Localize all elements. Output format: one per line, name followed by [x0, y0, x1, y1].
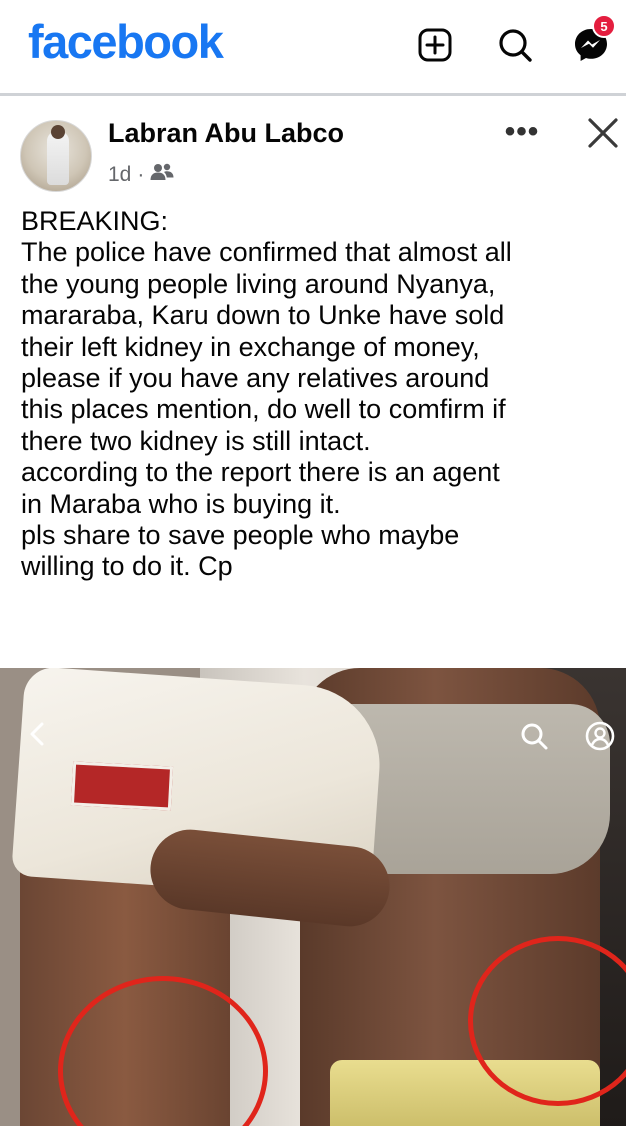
- face-icon[interactable]: [584, 720, 616, 752]
- post-meta: 1d ·: [108, 162, 174, 188]
- post-author[interactable]: Labran Abu Labco: [108, 118, 344, 149]
- close-icon[interactable]: [584, 114, 622, 152]
- post-text-line: this places mention, do well to comfirm …: [21, 394, 506, 425]
- post-text-line: please if you have any relatives around: [21, 363, 490, 394]
- post-text-line: their left kidney in exchange of money,: [21, 331, 480, 362]
- post-text-line: according to the report there is an agen…: [21, 457, 500, 488]
- post-text-line: the young people living around Nyanya,: [21, 268, 496, 299]
- post-body: BREAKING: The police have confirmed that…: [21, 206, 621, 583]
- post-text-line: in Maraba who is buying it.: [21, 488, 341, 519]
- zoom-icon[interactable]: [518, 720, 550, 752]
- avatar[interactable]: [20, 120, 92, 192]
- messenger-icon[interactable]: 5: [570, 14, 616, 66]
- friends-icon: [150, 162, 174, 188]
- post-header: Labran Abu Labco 1d · •••: [0, 100, 626, 198]
- post-text-line: there two kidney is still intact.: [21, 425, 371, 456]
- shirt-print-logo: [70, 761, 174, 811]
- post-time[interactable]: 1d: [108, 163, 131, 187]
- meta-separator: ·: [137, 163, 145, 186]
- post-text-line: willing to do it. Cp: [21, 551, 233, 582]
- notification-badge: 5: [592, 14, 616, 38]
- top-app-bar: facebook 5: [0, 0, 626, 96]
- more-dots-icon[interactable]: •••: [500, 117, 544, 148]
- avatar-head: [51, 125, 65, 139]
- post-text-line: pls share to save people who maybe: [21, 520, 460, 551]
- back-arrow-icon[interactable]: [24, 720, 52, 748]
- post-text-line: mararaba, Karu down to Unke have sold: [21, 300, 505, 331]
- post-text-line: BREAKING:: [21, 206, 169, 236]
- avatar-figure: [47, 131, 69, 185]
- post-photo[interactable]: [0, 668, 626, 1126]
- facebook-logo[interactable]: facebook: [28, 14, 224, 69]
- search-icon[interactable]: [494, 24, 536, 66]
- post-text-line: The police have confirmed that almost al…: [21, 237, 512, 268]
- plus-square-icon[interactable]: [414, 24, 456, 66]
